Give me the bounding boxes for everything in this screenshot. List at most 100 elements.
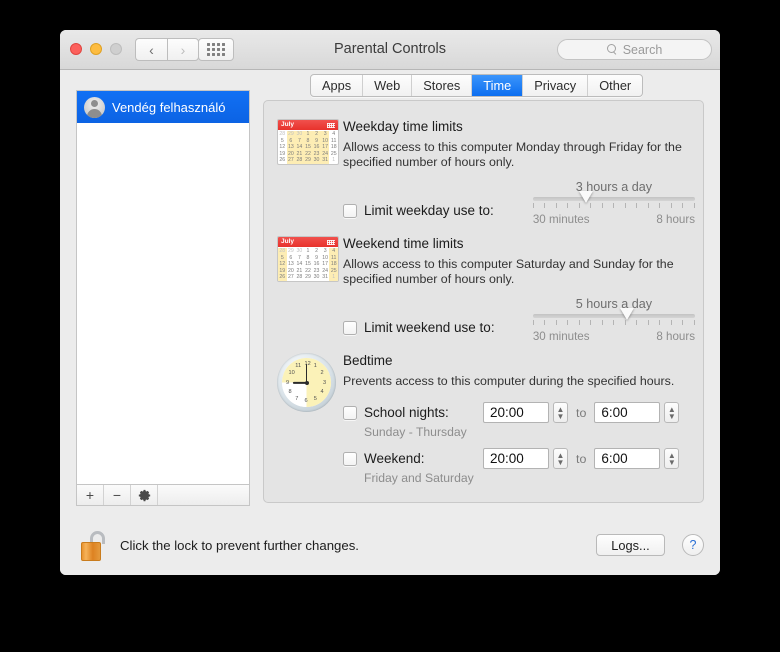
school-nights-to-stepper[interactable]: ▲ ▼ (664, 402, 680, 423)
calendar-day: 23 (312, 150, 321, 158)
tab-web[interactable]: Web (363, 75, 413, 96)
calendar-day: 26 (278, 274, 287, 281)
clock-icon: 12 1 2 3 4 5 6 7 8 9 10 11 (277, 353, 336, 412)
calendar-day: 1 (306, 248, 310, 254)
gear-icon[interactable] (131, 485, 158, 505)
calendar-day: 29 (303, 157, 313, 164)
calendar-day: 30 (295, 131, 304, 138)
school-nights-to-label: to (576, 405, 587, 420)
weekend-bedtime-checkbox[interactable] (343, 451, 357, 466)
tab-other[interactable]: Other (588, 75, 642, 96)
weekday-hours-slider[interactable]: 3 hours a day 30 minutes 8 hours (532, 180, 695, 226)
weekend-bedtime-from-input[interactable]: 20:00 (483, 448, 549, 469)
weekday-slider-max: 8 hours (656, 213, 695, 226)
calendar-day: 13 (286, 144, 296, 151)
weekend-bedtime-label: Weekend: (364, 451, 425, 466)
limit-weekend-checkbox-row[interactable]: Limit weekend use to: (343, 320, 533, 343)
user-list-toolbar: + − (76, 484, 250, 506)
limit-weekend-checkbox[interactable] (343, 320, 357, 335)
school-nights-from-stepper[interactable]: ▲ ▼ (553, 402, 568, 423)
unlocked-padlock-icon[interactable] (81, 531, 109, 561)
section-description: Allows access to this computer Saturday … (343, 257, 674, 286)
tab-privacy[interactable]: Privacy (523, 75, 589, 96)
logs-button[interactable]: Logs... (596, 534, 665, 556)
calendar-day: 25 (330, 150, 337, 157)
school-nights-checkbox-row[interactable]: School nights: (343, 405, 483, 420)
calendar-day: 1 (303, 131, 313, 138)
calendar-day: 21 (296, 267, 303, 274)
calendar-day: 24 (322, 267, 329, 274)
calendar-day: 29 (305, 274, 311, 281)
school-nights-to-input[interactable]: 6:00 (594, 402, 661, 423)
calendar-weekday-grid: 28 29 30 1 2 3 4 5 6 7 8 9 10 11 12 13 14 15 16 17 18 19 20 21 2… (278, 130, 338, 164)
calendar-day: 18 (329, 261, 338, 268)
calendar-day: 2 (315, 248, 318, 254)
weekday-slider-ticks (532, 203, 695, 209)
calendar-day: 30 (312, 157, 321, 164)
limit-weekday-checkbox-row[interactable]: Limit weekday use to: (343, 203, 533, 226)
calendar-day: 6 (286, 137, 296, 145)
tab-stores[interactable]: Stores (412, 75, 473, 96)
calendar-day: 26 (279, 157, 286, 164)
window-body: Vendég felhasználó + − Apps Web Stores T… (60, 70, 720, 575)
calendar-day: 25 (329, 267, 338, 275)
school-nights-from-input[interactable]: 20:00 (483, 402, 549, 423)
weekend-bedtime-from-stepper[interactable]: ▲ ▼ (553, 448, 568, 469)
search-icon (606, 44, 618, 55)
weekend-slider-track[interactable] (532, 308, 695, 320)
calendar-day: 9 (315, 254, 318, 261)
calendar-day: 28 (279, 131, 286, 137)
weekend-bedtime-to-input[interactable]: 6:00 (594, 448, 661, 469)
search-input[interactable]: Search (557, 39, 712, 60)
weekday-slider-thumb[interactable] (579, 191, 594, 203)
limit-weekend-label: Limit weekend use to: (364, 320, 495, 335)
calendar-day: 6 (289, 254, 293, 261)
calendar-day: 30 (296, 248, 303, 254)
list-item[interactable]: Vendég felhasználó (77, 91, 249, 123)
weekend-hours-slider[interactable]: 5 hours a day 30 minutes 8 hours (532, 297, 695, 343)
school-nights-checkbox[interactable] (343, 405, 357, 420)
calendar-day: 24 (320, 150, 330, 158)
calendar-day: 15 (303, 144, 313, 151)
calendar-day: 18 (330, 144, 337, 151)
school-nights-label: School nights: (364, 405, 449, 420)
school-nights-sublabel: Sunday - Thursday (364, 425, 467, 439)
tab-time[interactable]: Time (472, 75, 524, 96)
calendar-day: 17 (320, 144, 330, 151)
remove-user-button[interactable]: − (104, 485, 131, 505)
calendar-day: 30 (313, 274, 320, 281)
tab-apps[interactable]: Apps (311, 75, 364, 96)
calendar-day: 19 (278, 267, 287, 275)
calendar-day: 19 (279, 150, 286, 157)
weekend-slider-max: 8 hours (656, 330, 695, 343)
time-settings-panel: July 28 29 30 1 2 3 4 5 6 7 8 9 10 11 12 13 14 15 16 17 18 19… (263, 100, 704, 503)
calendar-day: 12 (279, 144, 286, 151)
footer-bar: Click the lock to prevent further change… (76, 531, 704, 565)
section-description: Prevents access to this computer during … (343, 374, 675, 388)
calendar-day: 22 (305, 267, 311, 274)
weekday-slider-track[interactable] (532, 191, 695, 203)
calendar-day: 11 (331, 137, 337, 144)
weekend-bedtime-checkbox-row[interactable]: Weekend: (343, 451, 483, 466)
calendar-day: 11 (329, 254, 338, 262)
lock-hint-text: Click the lock to prevent further change… (120, 538, 359, 553)
calendar-day: 23 (313, 267, 320, 274)
calendar-day: 1 (329, 274, 338, 281)
weekend-bedtime-sublabel: Friday and Saturday (364, 471, 474, 485)
weekend-slider-min: 30 minutes (532, 330, 590, 343)
weekend-bedtime-to-stepper[interactable]: ▲ ▼ (664, 448, 680, 469)
calendar-day: 10 (320, 137, 330, 145)
calendar-day: 27 (287, 274, 294, 281)
add-user-button[interactable]: + (77, 485, 104, 505)
weekend-slider-thumb[interactable] (619, 308, 634, 320)
calendar-day: 4 (329, 248, 338, 255)
limit-weekday-checkbox[interactable] (343, 203, 357, 218)
calendar-day: 27 (286, 157, 296, 164)
calendar-day: 4 (332, 131, 336, 137)
calendar-month-label: July (281, 120, 295, 128)
calendar-day: 13 (287, 261, 294, 268)
calendar-day: 14 (296, 261, 303, 268)
help-button[interactable]: ? (682, 534, 704, 556)
user-name: Vendég felhasználó (112, 99, 226, 115)
calendar-day: 21 (295, 150, 304, 158)
